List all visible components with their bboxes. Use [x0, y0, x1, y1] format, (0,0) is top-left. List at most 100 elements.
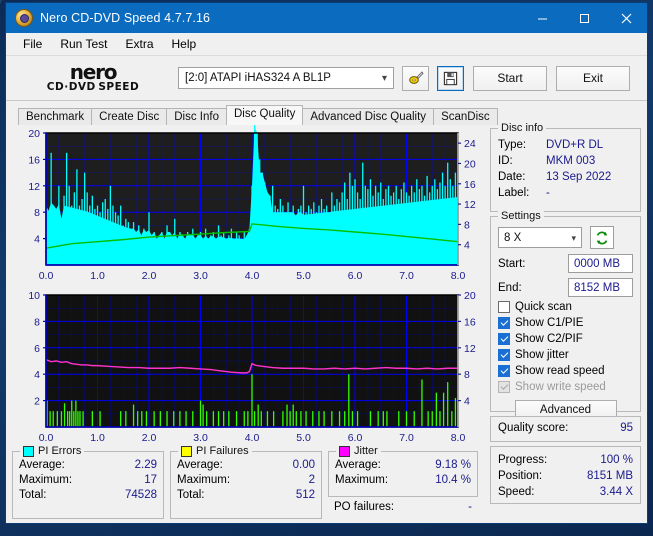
quality-score-value: 95 [620, 422, 633, 434]
svg-text:4: 4 [464, 396, 470, 408]
pi-errors-total-key: Total: [19, 488, 47, 503]
progress-value: 100 % [600, 452, 633, 468]
app-window: Nero CD-DVD Speed 4.7.7.16 File Run Test… [5, 2, 648, 524]
checkbox-show-c2-pif[interactable]: Show C2/PIF [498, 333, 633, 345]
svg-text:10: 10 [28, 290, 40, 302]
position-key: Position: [498, 468, 542, 484]
svg-text:7.0: 7.0 [399, 432, 414, 444]
tab-disc-info[interactable]: Disc Info [166, 108, 227, 125]
end-input[interactable]: 8152 MB [568, 278, 633, 297]
jitter-average-key: Average: [335, 458, 381, 473]
start-input[interactable]: 0000 MB [568, 254, 633, 273]
exit-button[interactable]: Exit [556, 66, 630, 91]
svg-text:4: 4 [34, 234, 40, 246]
checkbox-quick-scan-box[interactable] [498, 301, 510, 313]
status-group: Progress: 100 % Position: 8151 MB Speed:… [490, 446, 641, 504]
tab-disc-quality[interactable]: Disc Quality [226, 105, 303, 125]
svg-text:1.0: 1.0 [90, 270, 105, 282]
svg-text:24: 24 [464, 138, 476, 150]
svg-text:8.0: 8.0 [451, 432, 466, 444]
svg-text:4: 4 [464, 240, 470, 252]
save-icon [443, 71, 458, 86]
svg-text:8: 8 [34, 316, 40, 328]
speed-select[interactable]: 8 X ▾ [498, 227, 582, 248]
logo-tagline: CD·DVD SPEED [28, 81, 158, 93]
save-button[interactable] [437, 66, 464, 91]
svg-text:8: 8 [464, 219, 470, 231]
quality-score-group: Quality score: 95 [490, 416, 641, 442]
checkbox-quick-scan-label: Quick scan [515, 301, 572, 313]
start-button[interactable]: Start [473, 66, 547, 91]
po-failures-key: PO failures: [334, 500, 394, 515]
svg-text:6.0: 6.0 [348, 432, 363, 444]
disc-type-key: Type: [498, 137, 546, 153]
checkbox-show-c2-pif-label: Show C2/PIF [515, 333, 583, 345]
tab-create-disc[interactable]: Create Disc [91, 108, 167, 125]
jitter-stats: Jitter Average: 9.18 % Maximum: 10.4 % [328, 451, 478, 497]
checkbox-show-jitter[interactable]: Show jitter [498, 349, 633, 361]
tab-content-disc-quality: 4812162048121620240.01.02.03.04.05.06.07… [6, 125, 647, 523]
checkbox-show-read-speed-label: Show read speed [515, 365, 605, 377]
menu-bar: File Run Test Extra Help [6, 33, 647, 56]
jitter-maximum-key: Maximum: [335, 473, 388, 488]
svg-text:0.0: 0.0 [39, 432, 54, 444]
progress-row: Progress: 100 % [498, 452, 633, 468]
pi-failures-stats: PI Failures Average: 0.00 Maximum: 2 Tot… [170, 451, 322, 519]
minimize-button[interactable] [521, 3, 563, 33]
pi-errors-average-key: Average: [19, 458, 65, 473]
svg-text:4.0: 4.0 [245, 432, 260, 444]
pi-errors-maximum-row: Maximum: 17 [19, 473, 157, 488]
drive-select[interactable]: [2:0] ATAPI iHAS324 A BL1P ▾ [178, 67, 394, 89]
pi-failures-average-value: 0.00 [293, 458, 315, 473]
pi-failures-total-key: Total: [177, 488, 205, 503]
tab-advanced-disc-quality[interactable]: Advanced Disc Quality [302, 108, 434, 125]
pi-failures-average-key: Average: [177, 458, 223, 473]
checkbox-show-c1-pie[interactable]: Show C1/PIE [498, 317, 633, 329]
checkbox-show-jitter-box[interactable] [498, 349, 510, 361]
pi-failures-maximum-row: Maximum: 2 [177, 473, 315, 488]
checkbox-show-c1-pie-box[interactable] [498, 317, 510, 329]
tab-benchmark[interactable]: Benchmark [18, 108, 92, 125]
menu-item-run-test[interactable]: Run Test [51, 35, 116, 53]
start-row: Start: 0000 MB [498, 254, 633, 273]
checkbox-quick-scan[interactable]: Quick scan [498, 301, 633, 313]
svg-text:4: 4 [34, 369, 40, 381]
refresh-button[interactable] [590, 226, 614, 249]
disc-info-date-row: Date: 13 Sep 2022 [498, 169, 633, 185]
svg-text:8.0: 8.0 [451, 270, 466, 282]
disc-id-key: ID: [498, 153, 546, 169]
jitter-maximum-row: Maximum: 10.4 % [335, 473, 471, 488]
tab-bar: Benchmark Create Disc Disc Info Disc Qua… [6, 105, 647, 125]
end-row: End: 8152 MB [498, 278, 633, 297]
start-label: Start: [498, 258, 536, 270]
checkbox-show-write-speed-box [498, 381, 510, 393]
speed-value: 3.44 X [600, 484, 633, 500]
menu-item-file[interactable]: File [14, 35, 51, 53]
checkbox-show-read-speed-box[interactable] [498, 365, 510, 377]
close-button[interactable] [605, 3, 647, 33]
menu-item-extra[interactable]: Extra [116, 35, 162, 53]
quality-score-row: Quality score: 95 [498, 422, 633, 434]
checkbox-show-write-speed-label: Show write speed [515, 381, 606, 393]
disc-info-group: Disc info Type: DVD+R DL ID: MKM 003 Dat… [490, 128, 641, 212]
maximize-button[interactable] [563, 3, 605, 33]
checkbox-show-read-speed[interactable]: Show read speed [498, 365, 633, 377]
pi-errors-legend: PI Errors [20, 445, 84, 457]
svg-text:4.0: 4.0 [245, 270, 260, 282]
svg-text:7.0: 7.0 [399, 270, 414, 282]
svg-text:5.0: 5.0 [296, 270, 311, 282]
disc-tools-button[interactable] [402, 66, 429, 91]
tab-scandisc[interactable]: ScanDisc [433, 108, 498, 125]
checkbox-show-c2-pif-box[interactable] [498, 333, 510, 345]
disc-type-value: DVD+R DL [546, 137, 603, 153]
svg-text:8: 8 [34, 207, 40, 219]
jitter-average-row: Average: 9.18 % [335, 458, 471, 473]
progress-key: Progress: [498, 452, 547, 468]
menu-item-help[interactable]: Help [163, 35, 206, 53]
disc-label-value: - [546, 185, 550, 201]
svg-text:16: 16 [464, 179, 476, 191]
pi-errors-stats: PI Errors Average: 2.29 Maximum: 17 Tota… [12, 451, 164, 519]
svg-text:16: 16 [464, 316, 476, 328]
disc-info-id-row: ID: MKM 003 [498, 153, 633, 169]
settings-group: Settings 8 X ▾ [490, 216, 641, 412]
